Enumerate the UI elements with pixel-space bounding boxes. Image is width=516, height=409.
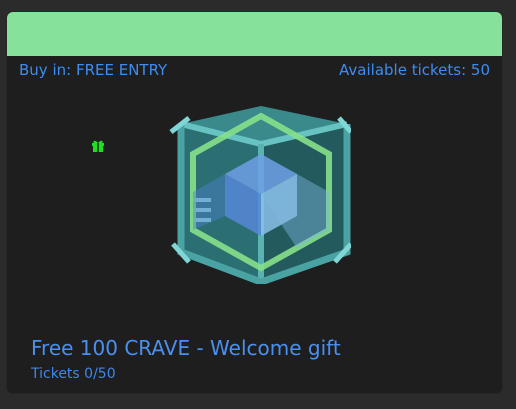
gift-icon — [92, 140, 104, 152]
buy-in-value: FREE ENTRY — [75, 61, 168, 79]
raffle-title[interactable]: Free 100 CRAVE - Welcome gift — [31, 336, 341, 360]
available-tickets-info: Available tickets: 50 — [339, 61, 490, 79]
card-meta-row: Buy in: FREE ENTRY Available tickets: 50 — [19, 60, 490, 80]
available-tickets-value: 50 — [470, 61, 490, 79]
available-tickets-label: Available tickets: — [339, 61, 467, 79]
buy-in-info: Buy in: FREE ENTRY — [19, 61, 167, 79]
raffle-card[interactable]: Buy in: FREE ENTRY Available tickets: 50 — [7, 12, 502, 393]
buy-in-label: Buy in: — [19, 61, 72, 79]
loot-crate-icon — [169, 106, 351, 284]
tickets-progress-text: Tickets 0/50 — [31, 366, 116, 382]
card-header-banner — [7, 12, 502, 56]
